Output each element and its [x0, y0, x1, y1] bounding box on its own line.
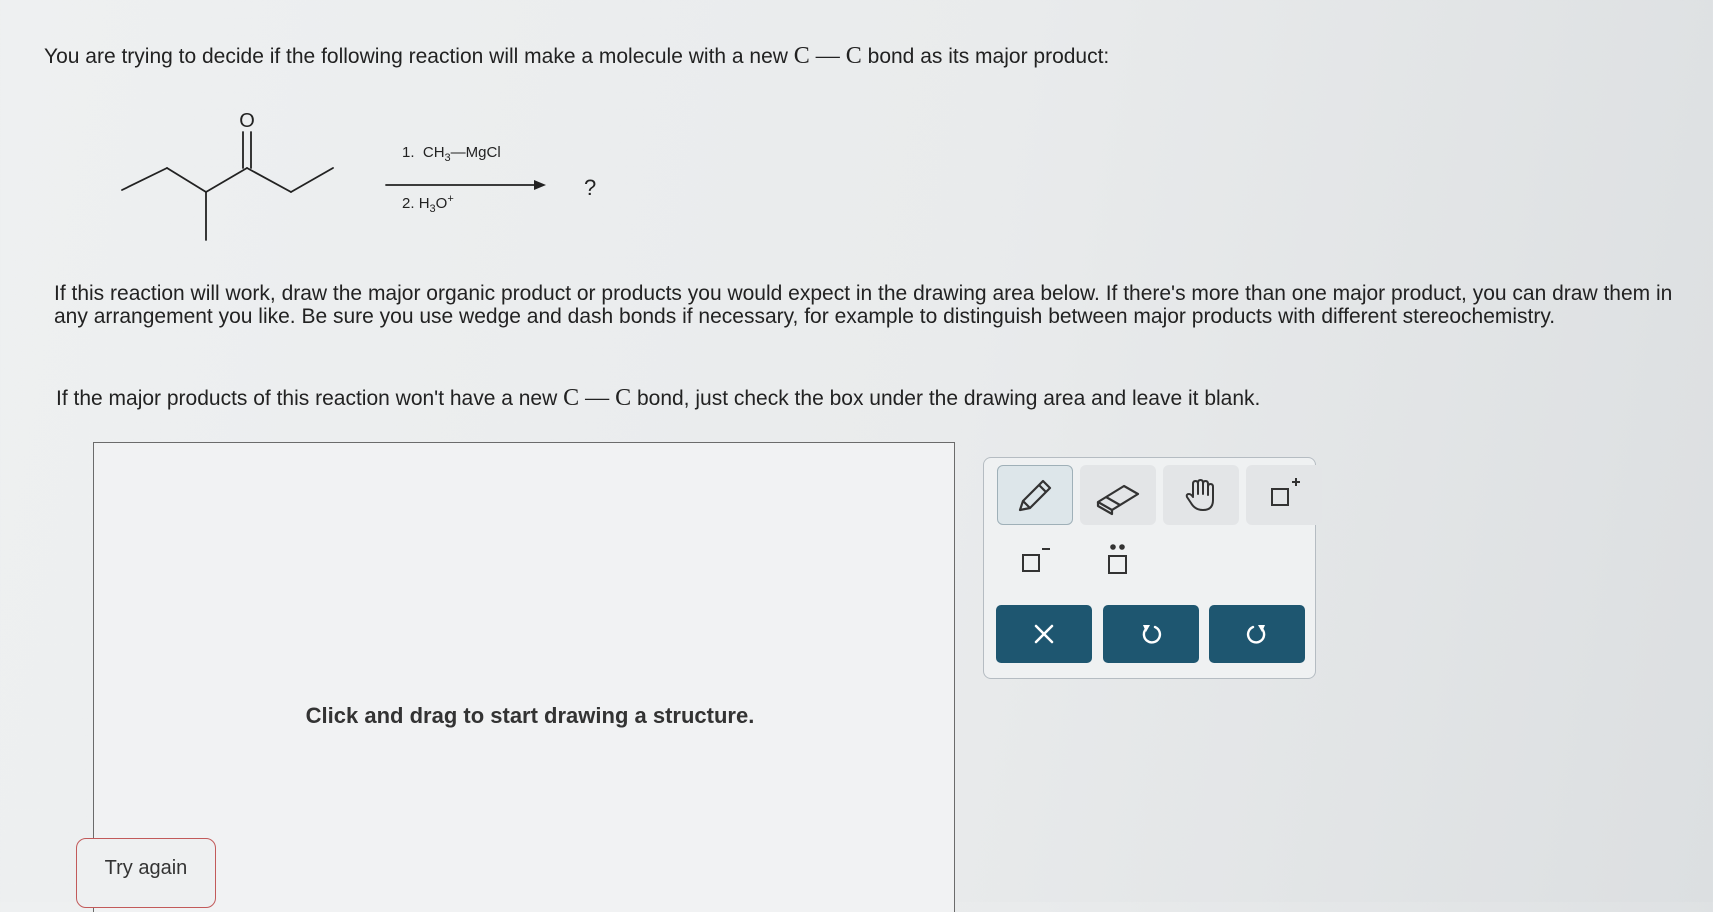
lone-pair-button[interactable] — [1080, 531, 1156, 591]
pencil-tool-button[interactable] — [997, 465, 1073, 525]
eraser-tool-button[interactable] — [1080, 465, 1156, 525]
intro-text-end: bond as its major product: — [861, 45, 1110, 68]
negative-charge-icon — [1022, 548, 1050, 572]
cc-bond-label-2: C — C — [563, 385, 632, 411]
blank-instructions: If the major products of this reaction w… — [56, 385, 1261, 411]
drawing-canvas[interactable] — [93, 442, 955, 912]
reaction-arrow-head — [534, 180, 546, 190]
pencil-icon — [1018, 479, 1052, 512]
redo-button[interactable] — [1209, 605, 1305, 663]
eraser-icon — [1096, 484, 1140, 516]
drawing-toolbar — [983, 457, 1322, 679]
try-again-button[interactable]: Try again — [76, 838, 216, 908]
hand-tool-button[interactable] — [1163, 465, 1239, 525]
drawing-hint: Click and drag to start drawing a struct… — [305, 703, 755, 728]
lone-pair-icon — [1108, 544, 1127, 574]
positive-charge-button[interactable] — [1246, 465, 1322, 525]
hand-icon — [1185, 479, 1214, 511]
clear-icon — [1034, 624, 1054, 644]
reagent-step-2: 2. H3O+ — [402, 193, 454, 215]
instructions-text: If this reaction will work, draw the maj… — [54, 282, 1673, 328]
undo-icon — [1142, 625, 1162, 644]
reagent-step-1: 1. CH3—MgCl — [402, 144, 501, 164]
oxygen-label: O — [239, 110, 255, 132]
cc-bond-label: C — C — [793, 43, 862, 69]
negative-charge-button[interactable] — [997, 531, 1073, 591]
product-placeholder: ? — [584, 175, 597, 200]
redo-icon — [1246, 625, 1266, 644]
question-intro: You are trying to decide if the followin… — [44, 44, 1109, 69]
undo-button[interactable] — [1103, 605, 1199, 663]
positive-charge-icon — [1271, 478, 1300, 506]
intro-text: You are trying to decide if the followin… — [44, 45, 794, 68]
clear-button[interactable] — [996, 605, 1092, 663]
